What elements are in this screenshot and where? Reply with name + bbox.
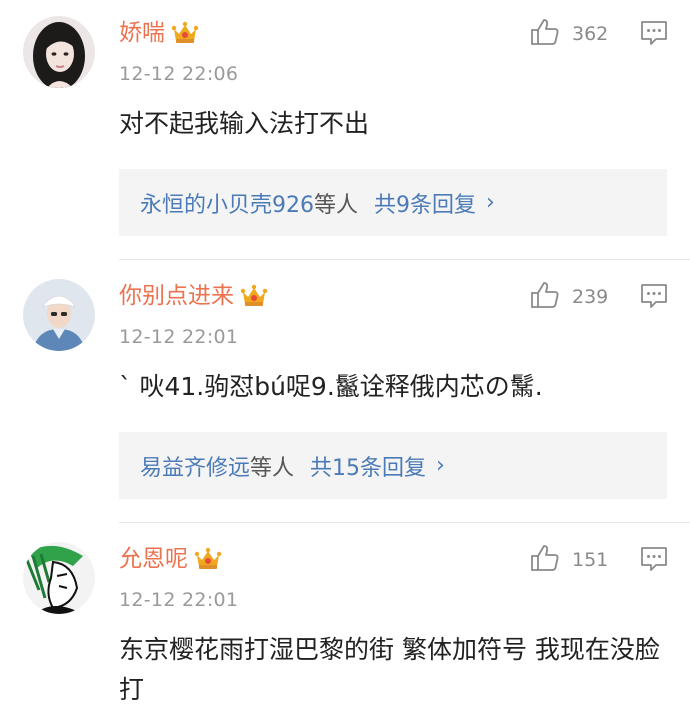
reply-etc-label: 等人 bbox=[250, 455, 295, 481]
reply-user-names[interactable]: 易益齐修远 bbox=[140, 450, 250, 482]
comment-time: 12-12 22:06 bbox=[119, 63, 239, 85]
username[interactable]: 允恩呢 bbox=[119, 544, 222, 574]
reply-etc-label: 等人 bbox=[314, 192, 359, 218]
user-avatar[interactable] bbox=[23, 542, 95, 614]
thumbs-up-icon bbox=[530, 544, 560, 576]
reply-count-label[interactable]: 共15条回复 bbox=[310, 450, 426, 482]
like-button[interactable]: 362 bbox=[530, 18, 608, 50]
vip-crown-icon bbox=[171, 20, 199, 46]
comment-reply-icon[interactable] bbox=[640, 546, 668, 572]
view-replies-button[interactable]: 永恒的小贝壳926 等人 共9条回复 › bbox=[119, 169, 667, 236]
comment-text: ˋ 吙41.驹怼bú哫9.鬣诠释俄内芯の鬗. bbox=[119, 372, 543, 401]
user-avatar[interactable] bbox=[23, 16, 95, 88]
chevron-right-icon: › bbox=[436, 453, 445, 478]
like-count: 362 bbox=[572, 23, 609, 45]
view-replies-button[interactable]: 易益齐修远 等人 共15条回复 › bbox=[119, 432, 667, 499]
like-button[interactable]: 239 bbox=[530, 281, 608, 313]
reply-count-label[interactable]: 共9条回复 bbox=[374, 187, 476, 219]
username-text[interactable]: 娇喘 bbox=[119, 18, 165, 48]
like-count: 239 bbox=[572, 286, 609, 308]
thumbs-up-icon bbox=[530, 18, 560, 50]
like-count: 151 bbox=[572, 549, 609, 571]
comment-text: 对不起我输入法打不出 bbox=[119, 109, 370, 138]
comment-reply-icon[interactable] bbox=[640, 20, 668, 46]
user-avatar[interactable] bbox=[23, 279, 95, 351]
comment-divider bbox=[119, 522, 690, 523]
chevron-right-icon: › bbox=[486, 190, 495, 215]
comment-reply-icon[interactable] bbox=[640, 283, 668, 309]
reply-user-names[interactable]: 永恒的小贝壳926 bbox=[140, 187, 314, 219]
vip-crown-icon bbox=[240, 283, 268, 309]
username-text[interactable]: 允恩呢 bbox=[119, 544, 188, 574]
vip-crown-icon bbox=[194, 546, 222, 572]
username-text[interactable]: 你别点进来 bbox=[119, 281, 234, 311]
username[interactable]: 娇喘 bbox=[119, 18, 199, 48]
comment-time: 12-12 22:01 bbox=[119, 326, 239, 348]
comment-text: 东京樱花雨打湿巴黎的街 繁体加符号 我现在没脸打 bbox=[119, 635, 660, 704]
username[interactable]: 你别点进来 bbox=[119, 281, 268, 311]
comment-time: 12-12 22:01 bbox=[119, 589, 239, 611]
thumbs-up-icon bbox=[530, 281, 560, 313]
like-button[interactable]: 151 bbox=[530, 544, 608, 576]
comment-divider bbox=[119, 259, 690, 260]
